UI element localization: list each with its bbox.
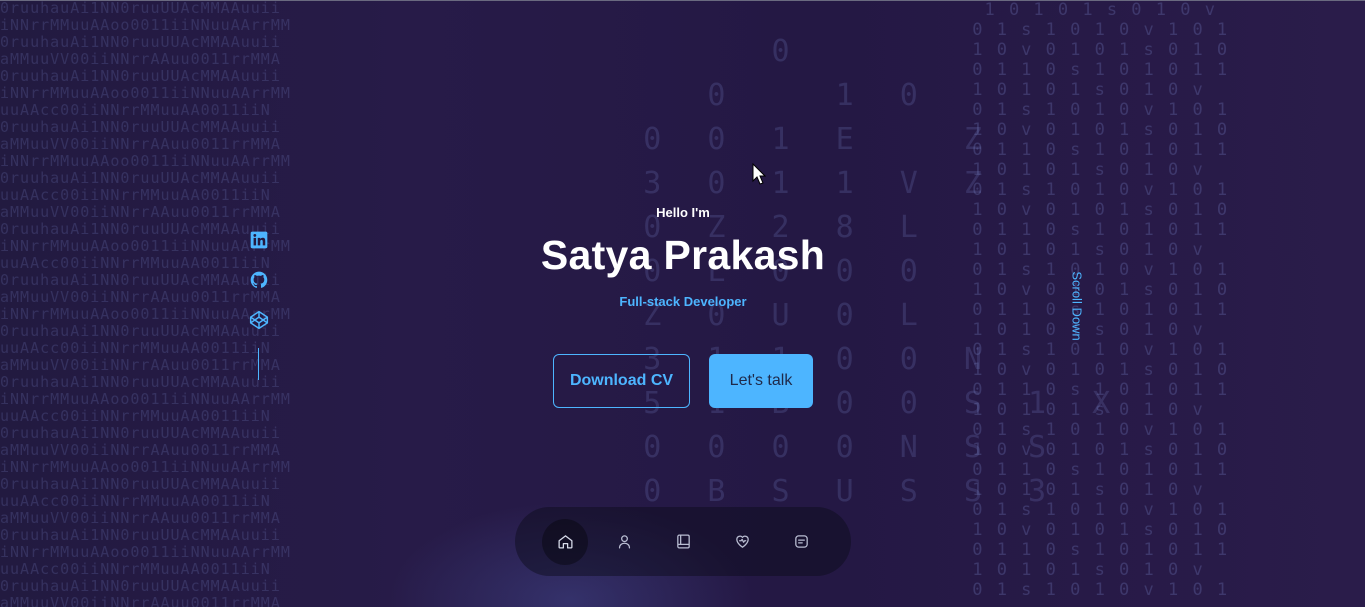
services-icon: [735, 535, 749, 548]
linkedin-icon: [250, 231, 268, 249]
user-icon: [618, 535, 630, 549]
top-divider: [0, 0, 1365, 1]
github-link[interactable]: [249, 270, 269, 290]
nav-services[interactable]: [719, 519, 765, 565]
scroll-down-link[interactable]: Scroll Down: [1060, 268, 1094, 343]
lets-talk-button[interactable]: Let's talk: [709, 354, 813, 408]
scroll-down-label: Scroll Down: [1069, 270, 1085, 341]
nav-contact[interactable]: [778, 519, 824, 565]
message-icon: [794, 535, 808, 548]
home-icon: [557, 535, 573, 549]
codepen-icon: [249, 310, 269, 330]
social-links: [249, 230, 269, 380]
social-divider-line: [258, 348, 259, 380]
nav-home[interactable]: [542, 518, 588, 565]
download-cv-button[interactable]: Download CV: [553, 354, 690, 408]
matrix-background-left: 0ruuhauAi1NN0ruuUUAcMMAAuuii iNNrrMMuuAA…: [0, 0, 291, 607]
matrix-background-right: 1 0 1 0 1 s 0 1 0 v 0 1 s 1 0 1 0 v 1 0 …: [972, 0, 1230, 600]
hero-section: 0ruuhauAi1NN0ruuUUAcMMAAuuii iNNrrMMuuAA…: [0, 0, 1365, 607]
book-icon: [676, 534, 690, 549]
hero-content: Hello I'm Satya Prakash Full-stack Devel…: [483, 200, 883, 309]
codepen-link[interactable]: [249, 310, 269, 330]
bottom-navigation: [515, 507, 851, 576]
hero-name: Satya Prakash: [540, 232, 826, 278]
github-icon: [250, 271, 268, 288]
linkedin-link[interactable]: [249, 230, 269, 250]
nav-about[interactable]: [601, 519, 647, 565]
mouse-cursor-icon: [752, 163, 766, 185]
hero-role: Full-stack Developer: [619, 294, 747, 309]
greeting-text: Hello I'm: [656, 205, 710, 220]
nav-experience[interactable]: [660, 519, 706, 565]
